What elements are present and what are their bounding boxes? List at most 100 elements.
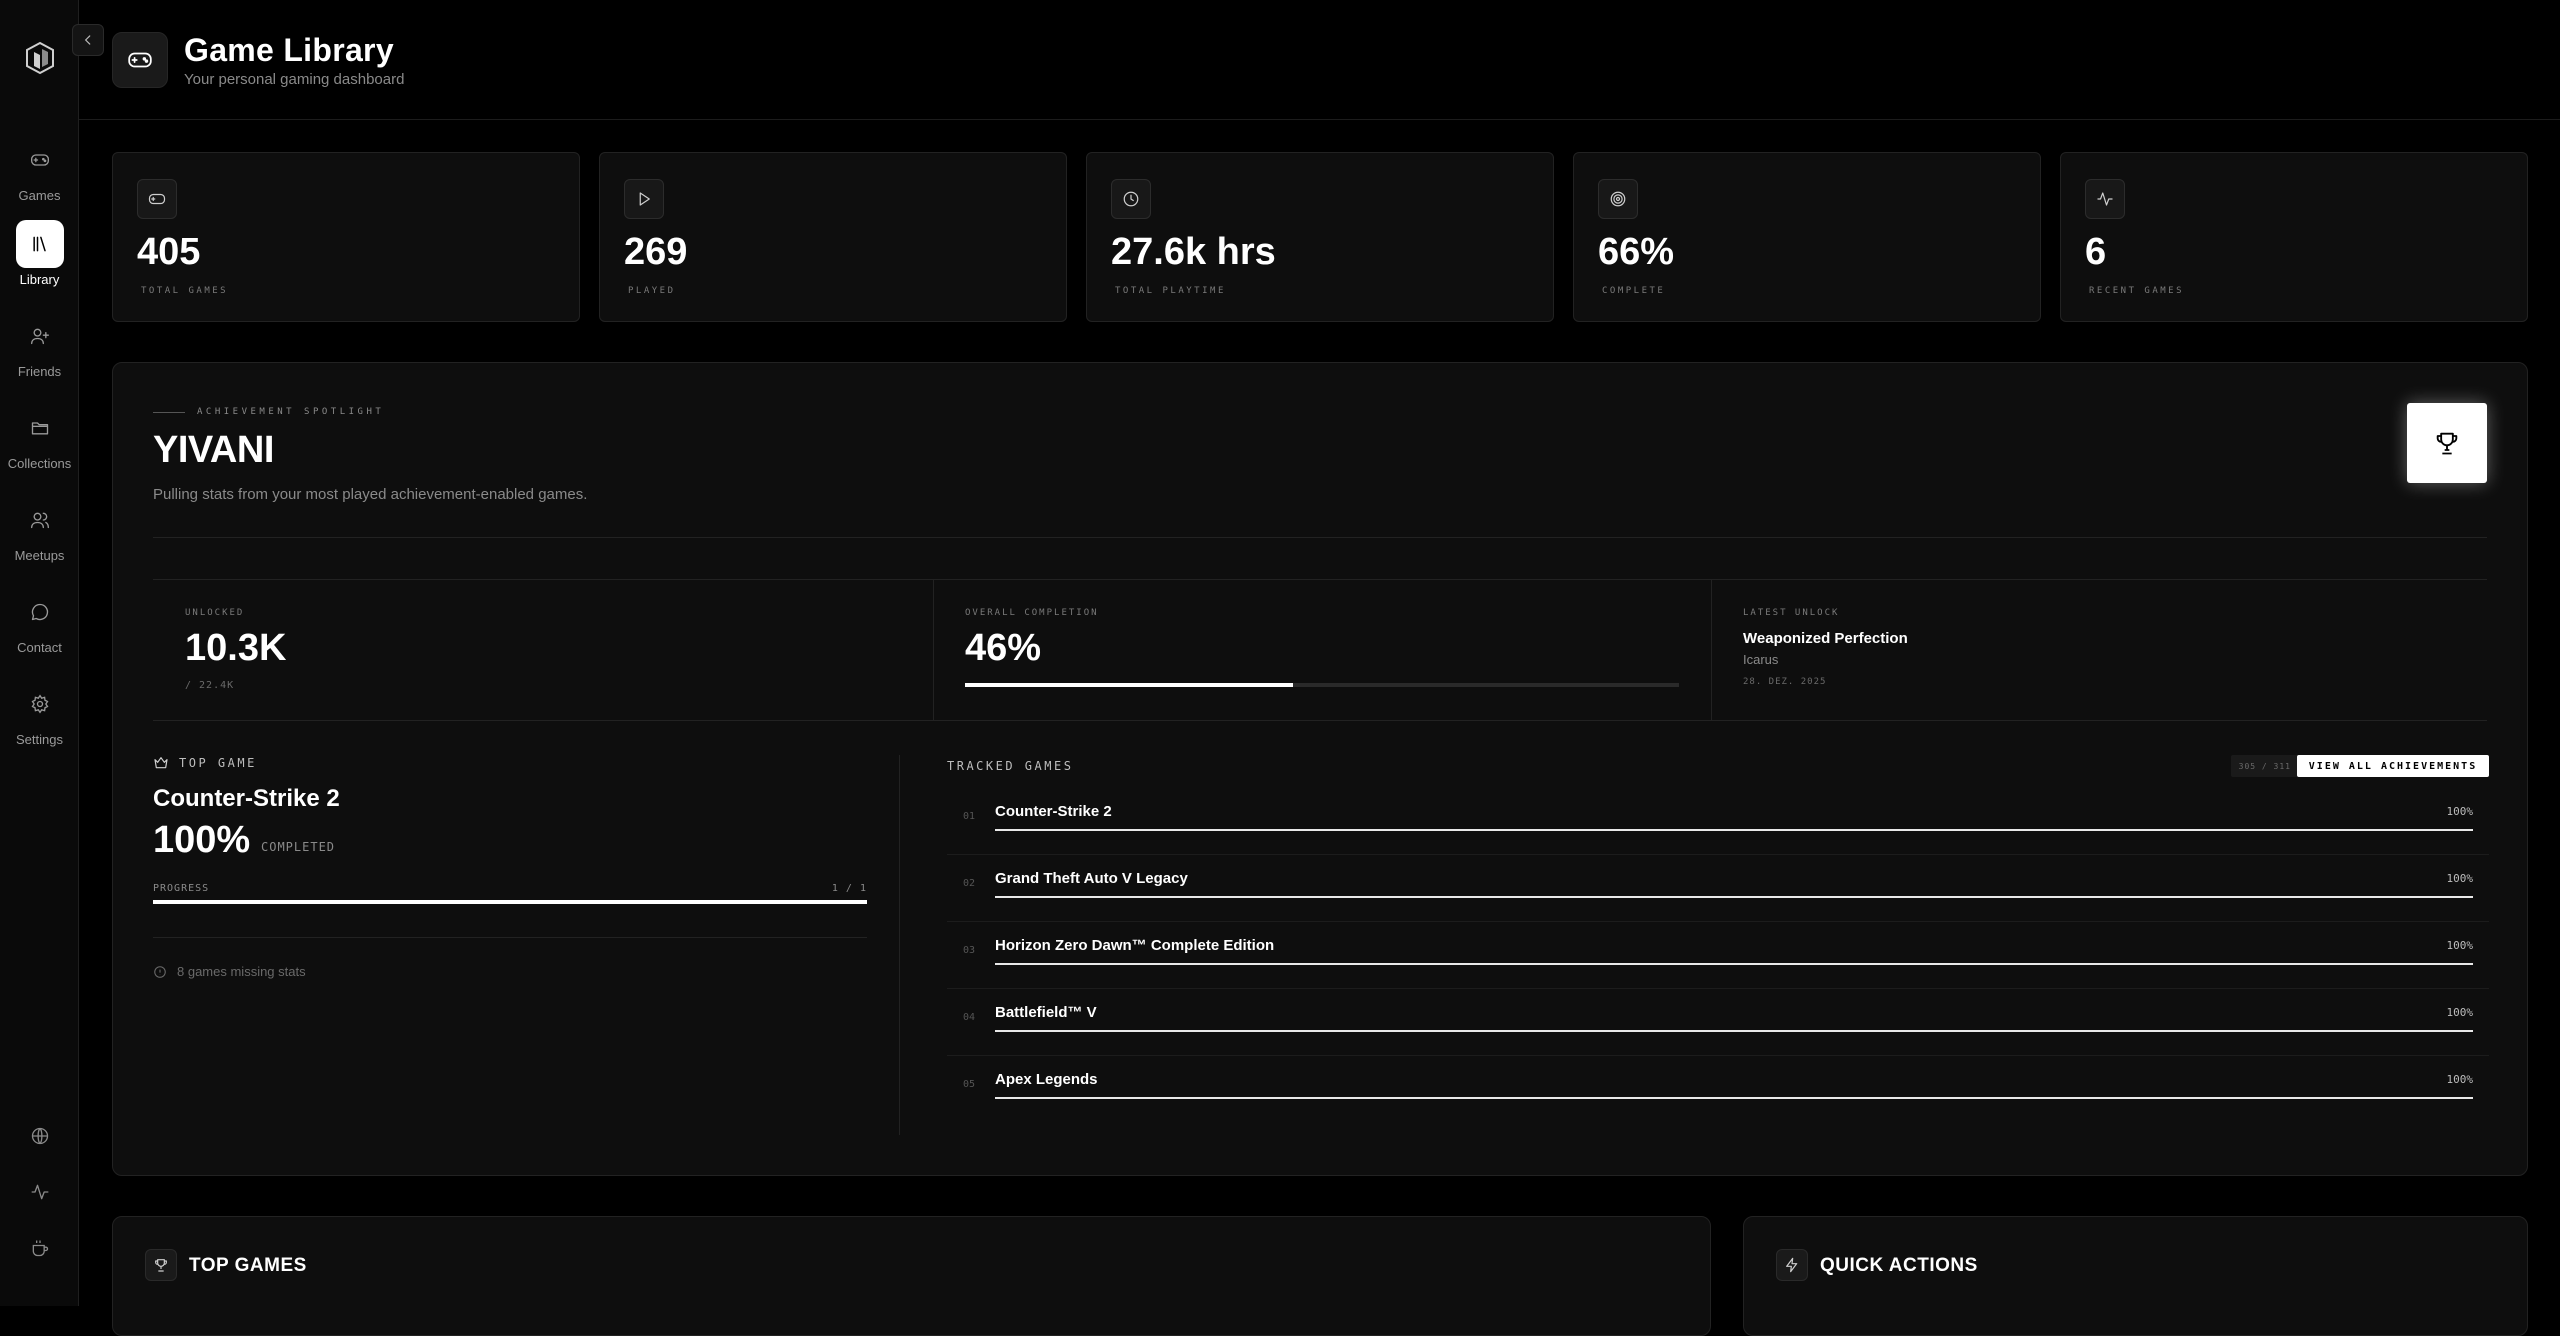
stat-value: 405 [137,231,201,273]
latest-achievement-title: Weaponized Perfection [1743,630,1908,647]
stat-value: 269 [624,231,688,273]
stat-label: COMPLETE [1602,286,1666,296]
metric-value: 46% [965,627,1042,669]
tracked-game-row[interactable]: 04 Battlefield™ V 100% [947,990,2489,1056]
sidebar: Games Library Friends Collections Meetup… [0,0,79,1306]
gamepad-icon [137,179,177,219]
sidebar-item-label: Collections [7,456,72,471]
metric-completion: OVERALL COMPLETION 46% [933,580,1711,720]
stat-value: 6 [2085,231,2107,273]
metric-unlocked: UNLOCKED 10.3K / 22.4K [153,580,933,720]
game-percent: 100% [2446,805,2474,818]
row-number: 05 [963,1079,976,1090]
stat-value: 27.6k hrs [1111,231,1276,273]
gamepad-icon [16,136,64,184]
tracked-game-row[interactable]: 01 Counter-Strike 2 100% [947,789,2489,855]
game-name: Counter-Strike 2 [995,803,1112,820]
game-name: Grand Theft Auto V Legacy [995,870,1188,887]
tracked-game-row[interactable]: 05 Apex Legends 100% [947,1057,2489,1123]
profile-name: YIVANI [153,429,274,471]
game-progress-fill [995,963,2473,965]
metric-latest-unlock: LATEST UNLOCK Weaponized Perfection Icar… [1711,580,2489,720]
crown-icon [154,757,168,769]
app-logo-icon[interactable] [22,40,58,76]
progress-label: PROGRESS [153,883,210,894]
trophy-button[interactable] [2407,403,2487,483]
top-game-completed-label: COMPLETED [261,840,336,854]
clock-icon [1111,179,1151,219]
missing-stats-text: 8 games missing stats [177,964,306,979]
metric-value: 10.3K [185,627,287,669]
tracked-game-row[interactable]: 03 Horizon Zero Dawn™ Complete Edition 1… [947,923,2489,989]
game-progress-bar [995,896,2473,898]
sidebar-item-label: Library [19,272,60,287]
tracked-games-title: TRACKED GAMES [947,759,1074,773]
sidebar-item-contact[interactable]: Contact [0,588,79,668]
game-progress-bar [995,963,2473,965]
top-games-title: TOP GAMES [189,1255,307,1276]
latest-achievement-date: 28. DEZ. 2025 [1743,677,1827,687]
stat-label: PLAYED [628,286,676,296]
game-percent: 100% [2446,1073,2474,1086]
top-game-progress-bar [153,900,867,904]
sidebar-item-library[interactable]: Library [0,220,79,300]
game-name: Horizon Zero Dawn™ Complete Edition [995,937,1275,954]
quick-actions-title: QUICK ACTIONS [1820,1255,1978,1276]
top-games-panel: TOP GAMES [112,1216,1711,1336]
game-name: Apex Legends [995,1071,1098,1088]
stat-label: TOTAL GAMES [141,286,229,296]
missing-stats-note: 8 games missing stats [153,964,306,979]
info-icon [154,965,166,978]
top-game-section: TOP GAME Counter-Strike 2 100% COMPLETED… [153,755,867,979]
tracked-game-row[interactable]: 02 Grand Theft Auto V Legacy 100% [947,856,2489,922]
game-percent: 100% [2446,872,2474,885]
stat-label: TOTAL PLAYTIME [1115,286,1226,296]
progress-count: 1 / 1 [831,883,867,894]
game-progress-bar [995,829,2473,831]
stat-card-recent: 6 RECENT GAMES [2060,152,2528,322]
sidebar-item-collections[interactable]: Collections [0,404,79,484]
game-progress-fill [995,1030,2473,1032]
sidebar-item-label: Meetups [14,548,65,563]
game-progress-bar [995,1030,2473,1032]
sidebar-item-games[interactable]: Games [0,136,79,216]
lightning-icon [1776,1249,1808,1281]
sidebar-item-label: Friends [17,364,62,379]
stat-card-total-games: 405 TOTAL GAMES [112,152,580,322]
globe-icon[interactable] [0,1126,79,1146]
spotlight-eyebrow-label: ACHIEVEMENT SPOTLIGHT [197,407,385,417]
tracked-count-badge: 305 / 311 [2230,755,2299,777]
view-all-achievements-button[interactable]: VIEW ALL ACHIEVEMENTS [2297,755,2489,777]
activity-icon[interactable] [0,1182,79,1202]
game-progress-fill [995,896,2473,898]
top-game-percent: 100% [153,819,251,861]
sidebar-item-friends[interactable]: Friends [0,312,79,392]
row-number: 04 [963,1012,976,1023]
sidebar-item-label: Settings [16,732,63,747]
page-title: Game Library [184,32,394,68]
gamepad-icon [112,32,168,88]
library-icon [15,220,64,268]
trophy-icon [145,1249,177,1281]
coffee-icon[interactable] [0,1238,79,1258]
stat-card-played: 269 PLAYED [599,152,1067,322]
top-game-name: Counter-Strike 2 [153,785,340,812]
latest-achievement-game: Icarus [1743,652,1779,667]
folder-icon [16,404,64,452]
completion-progress-bar [965,683,1679,687]
sidebar-item-settings[interactable]: Settings [0,680,79,760]
sidebar-item-meetups[interactable]: Meetups [0,496,79,576]
row-number: 01 [963,811,976,822]
activity-icon [2085,179,2125,219]
game-progress-fill [995,1097,2473,1099]
game-name: Battlefield™ V [995,1004,1097,1021]
users-icon [16,496,64,544]
metric-sub: / 22.4K [185,680,235,691]
metric-label: LATEST UNLOCK [1743,608,1840,618]
collapse-sidebar-button[interactable] [72,24,104,56]
top-game-progress-fill [153,900,867,904]
sidebar-item-label: Games [18,188,61,203]
page-subtitle: Your personal gaming dashboard [184,71,405,88]
stat-card-complete: 66% COMPLETE [1573,152,2041,322]
quick-actions-panel: QUICK ACTIONS [1743,1216,2528,1336]
